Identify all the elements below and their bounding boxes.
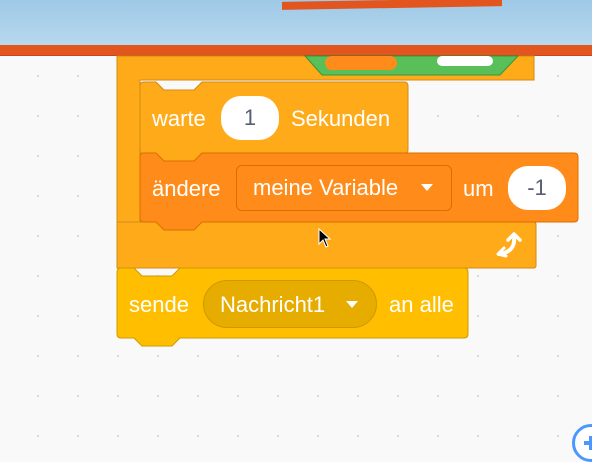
message-dropdown[interactable]: Nachricht1 xyxy=(203,280,377,328)
wait-unit-label: Sekunden xyxy=(291,106,391,131)
mouse-cursor-icon xyxy=(318,228,332,248)
wait-label: warte xyxy=(152,106,206,131)
change-by-label: um xyxy=(463,176,494,201)
wait-seconds-input[interactable]: 1 xyxy=(221,96,279,140)
variable-dropdown-label: meine Variable xyxy=(253,175,399,200)
message-dropdown-label: Nachricht1 xyxy=(220,292,326,317)
chevron-down-icon xyxy=(346,301,358,308)
operator-reporter-slot[interactable] xyxy=(325,56,397,70)
operator-input-slot[interactable] xyxy=(437,56,493,66)
broadcast-suffix-label: an alle xyxy=(389,292,454,317)
change-amount-input[interactable]: -1 xyxy=(508,166,566,210)
broadcast-label: sende xyxy=(129,292,189,317)
chevron-down-icon xyxy=(421,184,433,191)
change-label: ändere xyxy=(152,176,221,201)
script-blocks xyxy=(116,55,579,347)
variable-dropdown[interactable]: meine Variable xyxy=(236,165,452,211)
